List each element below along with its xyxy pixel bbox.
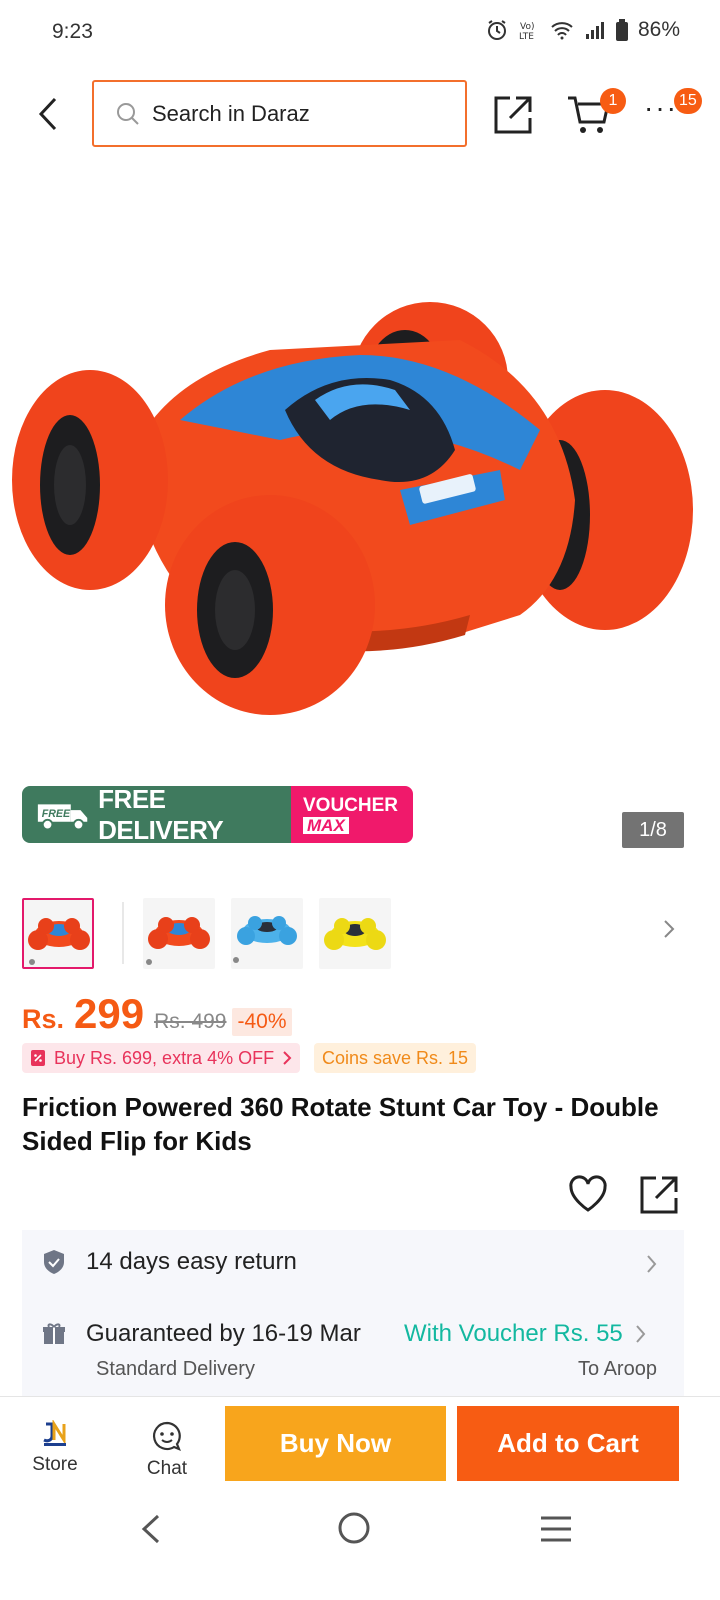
add-to-cart-button[interactable]: Add to Cart — [457, 1406, 679, 1481]
voucher-link-text: With Voucher Rs. 55 — [404, 1320, 623, 1347]
voucher-max-badge: VOUCHER MAX — [291, 786, 413, 843]
price-currency: Rs. — [22, 1004, 65, 1034]
cart-count-badge: 1 — [600, 88, 626, 114]
product-title: Friction Powered 360 Rotate Stunt Car To… — [22, 1092, 659, 1156]
store-logo-icon — [43, 1420, 66, 1446]
delivery-type: Standard Delivery — [96, 1358, 255, 1380]
system-recents-button[interactable] — [538, 1514, 574, 1544]
return-policy-text: 14 days easy return — [86, 1248, 297, 1275]
image-counter: 1/8 — [622, 812, 684, 848]
more-icon: ··· — [644, 92, 678, 123]
price-current: 299 — [74, 990, 145, 1037]
chat-label: Chat — [146, 1458, 188, 1479]
store-button[interactable]: Store — [26, 1420, 84, 1476]
search-icon — [117, 102, 139, 125]
svg-text:LTE: LTE — [519, 32, 534, 41]
buy-now-button[interactable]: Buy Now — [225, 1406, 446, 1481]
return-policy-chevron[interactable] — [646, 1254, 658, 1279]
bundle-offer-chip[interactable]: Buy Rs. 699, extra 4% OFF — [22, 1043, 301, 1073]
status-icons: Vo) LTE 86% — [486, 18, 680, 42]
coins-chip[interactable]: Coins save Rs. 15 — [314, 1043, 477, 1073]
free-delivery-badge: FREE FREE DELIVERY — [22, 786, 291, 843]
wishlist-button[interactable] — [567, 1174, 609, 1214]
delivery-row[interactable]: Guaranteed by 16-19 Mar — [42, 1320, 361, 1348]
share-button[interactable] — [492, 94, 534, 136]
status-time: 9:23 — [52, 20, 93, 43]
share-icon — [640, 1176, 678, 1214]
share-icon — [494, 96, 532, 134]
delivery-guarantee-text: Guaranteed by 16-19 Mar — [86, 1320, 361, 1347]
bundle-offer-text: Buy Rs. 699, extra 4% OFF — [54, 1047, 275, 1068]
store-label: Store — [32, 1454, 78, 1475]
chat-icon — [152, 1421, 181, 1451]
battery-level: 86% — [637, 18, 680, 41]
promo-banner[interactable]: FREE FREE DELIVERY VOUCHER MAX — [22, 786, 413, 843]
signal-icon — [585, 22, 604, 39]
home-circle-icon — [338, 1512, 370, 1544]
thumbnail-3[interactable] — [231, 898, 303, 969]
free-delivery-text: FREE DELIVERY — [98, 786, 224, 843]
delivery-recipient: To Aroop — [578, 1358, 657, 1380]
thumbnail-1[interactable] — [22, 898, 94, 969]
search-input[interactable]: Search in Daraz — [92, 80, 467, 147]
battery-icon — [615, 19, 628, 41]
price-original: Rs. 499 — [154, 1010, 227, 1033]
voucher-text: VOUCHER — [303, 794, 399, 816]
share-product-button[interactable] — [638, 1174, 680, 1216]
volte-icon: Vo)LTE — [519, 22, 534, 41]
heart-icon — [569, 1175, 607, 1212]
coins-text: Coins save Rs. 15 — [322, 1047, 469, 1068]
thumbnail-4[interactable] — [319, 898, 391, 969]
gift-box-icon — [43, 1323, 65, 1344]
voucher-tag-icon — [31, 1050, 45, 1066]
chevron-right-icon — [636, 1325, 646, 1343]
system-home-button[interactable] — [336, 1510, 372, 1546]
system-back-button[interactable] — [136, 1512, 166, 1546]
discount-badge: -40% — [232, 1008, 292, 1036]
voucher-max-text: MAX — [303, 816, 349, 834]
wifi-icon — [551, 22, 573, 40]
free-delivery-tag: FREE — [42, 807, 71, 819]
front-right-wheel — [165, 495, 375, 715]
chat-button[interactable]: Chat — [140, 1420, 194, 1480]
chevron-right-icon — [283, 1051, 292, 1065]
menu-icon — [541, 1516, 571, 1542]
chevron-right-icon — [647, 1255, 657, 1273]
voucher-delivery-link[interactable]: With Voucher Rs. 55 — [404, 1320, 647, 1348]
thumbnail-2[interactable] — [143, 898, 215, 969]
alarm-icon — [487, 20, 506, 40]
back-icon — [141, 1514, 160, 1544]
front-left-wheel — [12, 370, 168, 590]
search-placeholder: Search in Daraz — [152, 100, 310, 126]
thumbnail-next-button[interactable] — [662, 918, 682, 944]
svg-text:Vo): Vo) — [520, 22, 534, 32]
back-button[interactable] — [30, 94, 66, 134]
back-icon — [38, 97, 57, 131]
shield-check-icon — [44, 1250, 64, 1274]
return-policy-row[interactable]: 14 days easy return — [42, 1248, 297, 1276]
delivery-truck-icon: FREE — [37, 803, 88, 830]
thumbnail-divider — [122, 902, 124, 964]
chevron-right-icon — [664, 920, 675, 938]
price-row: Rs. 299 Rs. 499 -40% — [22, 990, 292, 1038]
product-image[interactable] — [0, 170, 720, 790]
notification-count-badge: 15 — [674, 88, 702, 114]
